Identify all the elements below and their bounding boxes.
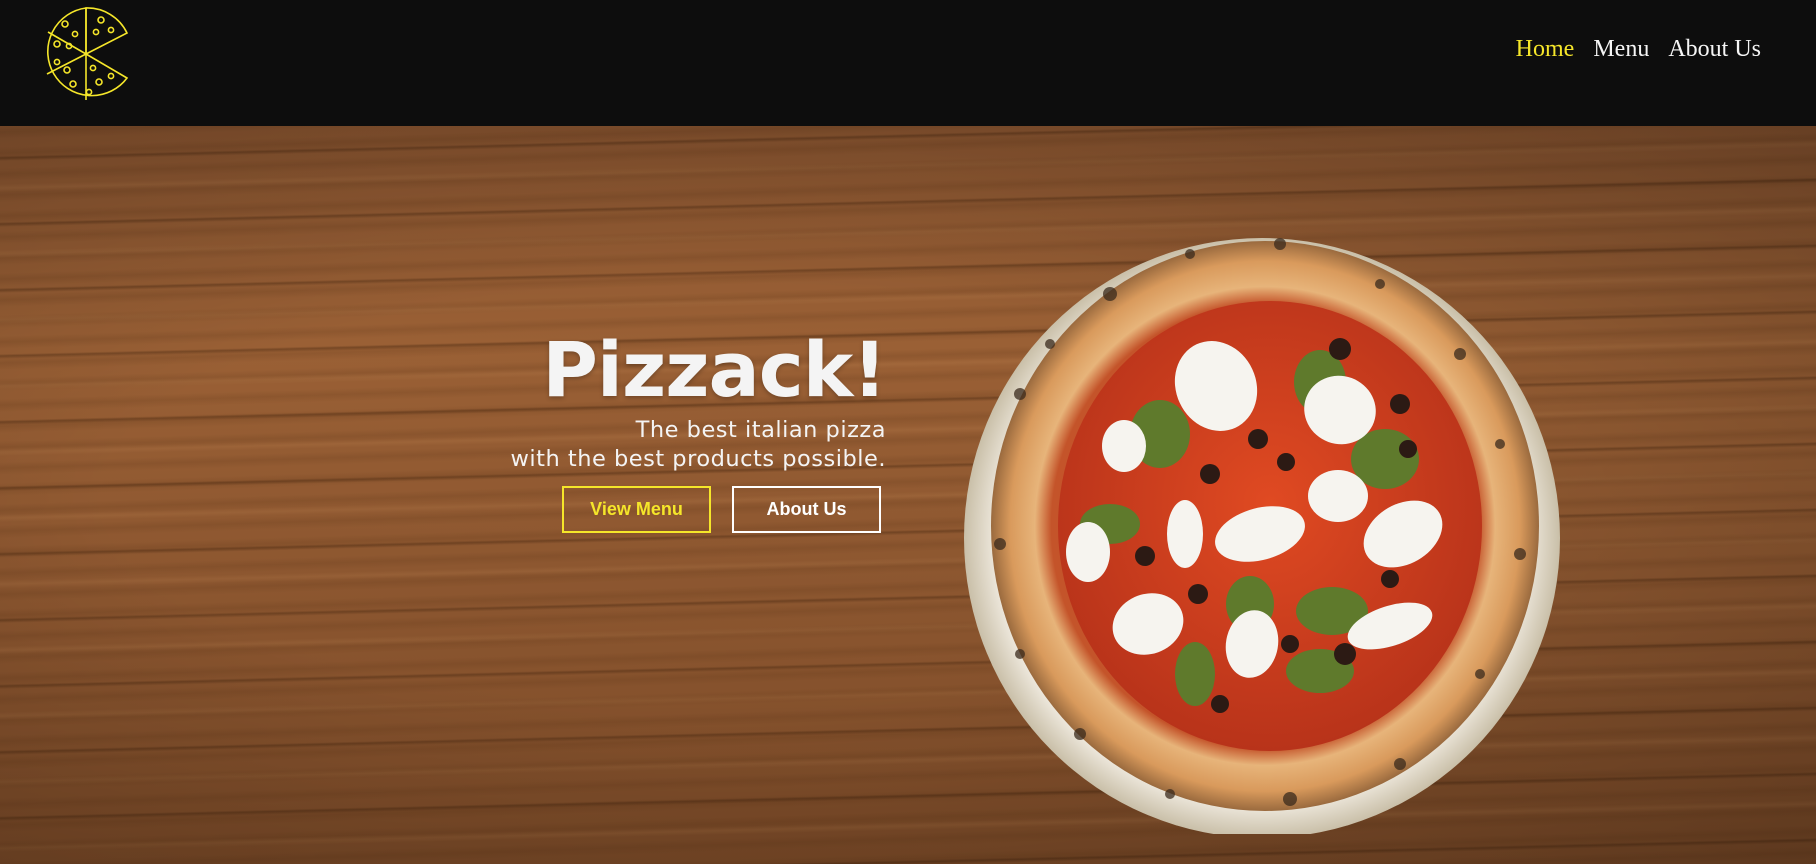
- nav-home-link[interactable]: Home: [1516, 36, 1575, 63]
- hero-tagline: The best italian pizza with the best pro…: [511, 416, 886, 474]
- hero-section: Pizzack! The best italian pizza with the…: [0, 126, 1816, 864]
- pizza-logo-icon[interactable]: [41, 4, 131, 104]
- hero-title: Pizzack!: [542, 325, 887, 414]
- hero-headline: Pizzack! The best italian pizza with the…: [511, 325, 887, 474]
- nav-about-link[interactable]: About Us: [1668, 36, 1761, 63]
- hero-tagline-line1: The best italian pizza: [635, 417, 886, 443]
- view-menu-button[interactable]: View Menu: [562, 486, 711, 533]
- pizza-image: [964, 238, 1560, 834]
- navbar: Home Menu About Us: [0, 0, 1816, 126]
- main-nav: Home Menu About Us: [1516, 36, 1761, 63]
- nav-menu-link[interactable]: Menu: [1593, 36, 1649, 63]
- hero-tagline-line2: with the best products possible.: [510, 446, 886, 472]
- about-us-button[interactable]: About Us: [732, 486, 881, 533]
